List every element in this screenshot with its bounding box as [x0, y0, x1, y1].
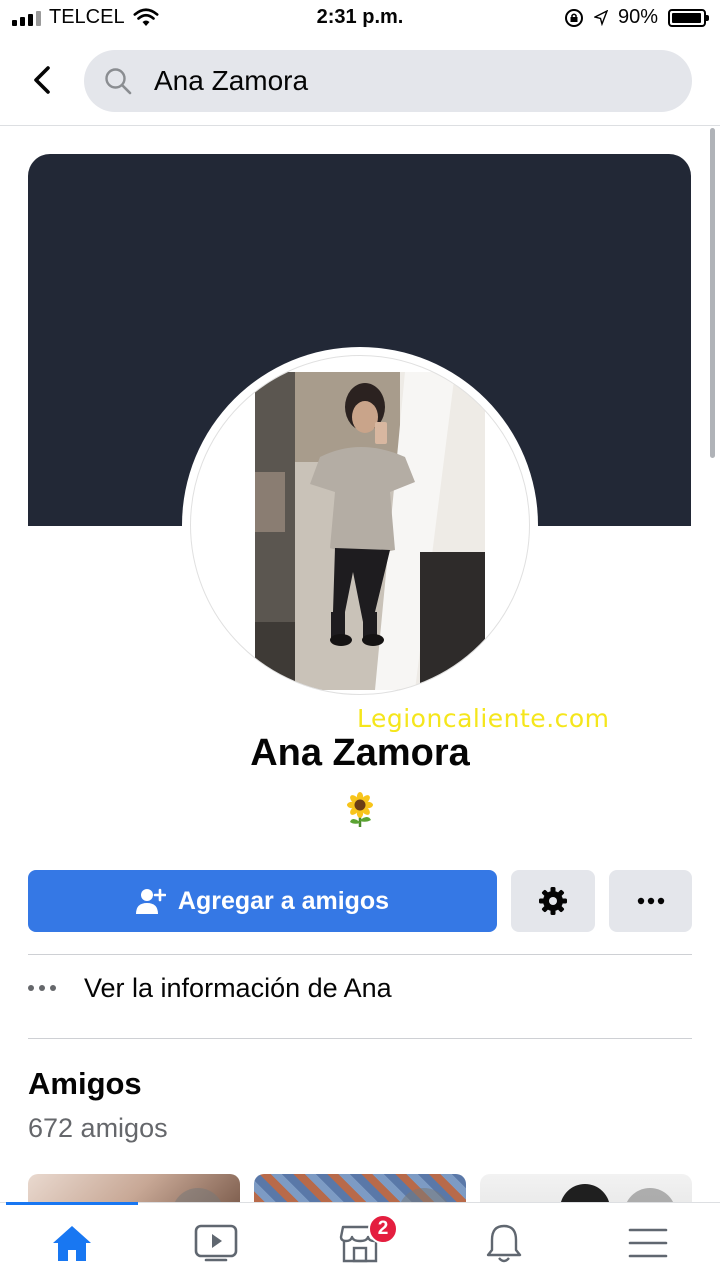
battery-percent: 90%	[617, 6, 658, 28]
settings-button[interactable]	[511, 870, 595, 932]
nav-home[interactable]	[0, 1215, 144, 1271]
bell-icon	[486, 1224, 522, 1263]
divider	[28, 1038, 692, 1039]
more-options-button[interactable]	[609, 870, 692, 932]
search-icon	[105, 68, 132, 95]
divider	[28, 954, 692, 955]
battery-icon	[668, 8, 709, 27]
add-friend-icon	[135, 888, 166, 914]
friends-count: 672 amigos	[28, 1113, 168, 1143]
more-icon	[637, 897, 664, 905]
nav-notifications[interactable]	[432, 1215, 576, 1271]
profile-info-link[interactable]: Ver la información de Ana	[28, 958, 692, 1018]
photo-scene	[255, 372, 485, 690]
add-friend-label: Agregar a amigos	[177, 886, 390, 915]
sunflower-icon	[0, 792, 720, 828]
gear-icon	[539, 887, 567, 915]
search-input[interactable]: Ana Zamora	[84, 50, 692, 112]
profile-photo	[255, 372, 485, 690]
nav-menu[interactable]	[576, 1215, 720, 1271]
nav-watch[interactable]	[144, 1215, 288, 1271]
home-icon	[53, 1226, 91, 1261]
profile-picture-image	[190, 355, 530, 695]
video-icon	[194, 1224, 238, 1262]
menu-icon	[628, 1228, 668, 1258]
profile-info-label: Ver la información de Ana	[84, 972, 392, 1003]
nav-marketplace[interactable]: 2	[288, 1214, 432, 1271]
status-bar: TELCEL 2:31 p.m. 90%	[0, 0, 720, 38]
nav-active-indicator	[6, 1202, 138, 1205]
profile-name: Ana Zamora	[250, 732, 470, 774]
back-arrow-icon	[34, 66, 50, 94]
search-query: Ana Zamora	[154, 65, 309, 96]
dots-icon	[28, 985, 64, 991]
profile-picture[interactable]	[182, 347, 538, 703]
watermark: Legioncaliente.com	[357, 704, 610, 733]
marketplace-badge: 2	[368, 1214, 398, 1244]
rotation-lock-icon	[564, 8, 583, 27]
status-bar-right: 90%	[564, 6, 709, 29]
scrollbar[interactable]	[710, 128, 715, 458]
friends-section-title: Amigos	[28, 1066, 142, 1101]
add-friend-button[interactable]: Agregar a amigos	[28, 870, 497, 932]
back-button[interactable]	[22, 58, 62, 102]
location-icon	[593, 9, 608, 26]
search-header: Ana Zamora	[0, 40, 720, 126]
bottom-nav: 2	[0, 1202, 720, 1280]
